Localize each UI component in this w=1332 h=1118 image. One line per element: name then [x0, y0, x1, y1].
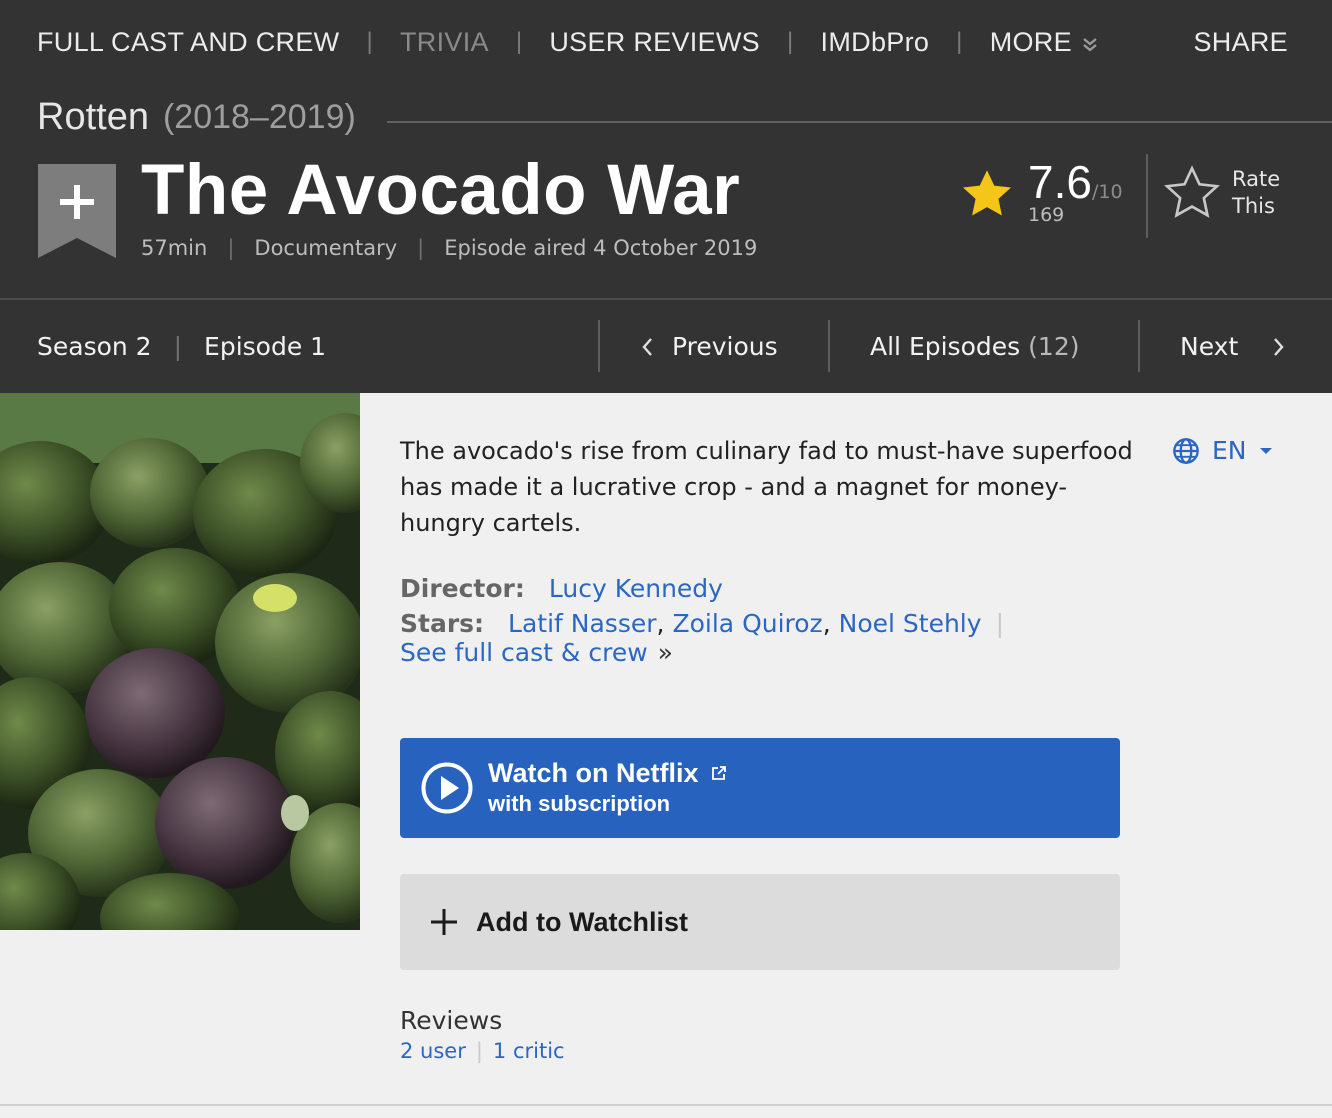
see-full-cast-link[interactable]: See full cast & crew — [400, 638, 648, 667]
rating-values: 7.6/10 169 — [1028, 158, 1123, 226]
language-selector[interactable]: EN — [1172, 436, 1273, 465]
episode-poster-image[interactable] — [0, 393, 360, 930]
watch-text: Watch on Netflix with subscription — [488, 757, 727, 819]
separator: | — [995, 608, 1004, 638]
next-label: Next — [1180, 332, 1239, 361]
add-to-watchlist-ribbon-icon[interactable] — [38, 164, 116, 258]
watchlist-label: Add to Watchlist — [476, 906, 688, 937]
meta-separator: | — [227, 236, 235, 260]
nav-separator: | — [515, 28, 523, 55]
nav-more-label: MORE — [989, 26, 1072, 57]
stars-row: Stars: Latif Nasser, Zoila Quiroz, Noel … — [400, 608, 1004, 638]
nav-separator: | — [366, 28, 373, 55]
watch-line-1: Watch on Netflix — [488, 757, 727, 789]
rate-this-label: Rate This — [1232, 166, 1280, 220]
genre-link[interactable]: Documentary — [254, 236, 397, 260]
episode-navigation: Season 2 | Episode 1 Previous All Episod… — [0, 300, 1332, 393]
next-episode-button[interactable]: Next — [1180, 300, 1286, 393]
user-reviews-link[interactable]: 2 user — [400, 1038, 466, 1064]
director-row: Director: Lucy Kennedy — [400, 570, 1004, 606]
separator: | — [475, 1039, 483, 1063]
rating-divider — [1146, 154, 1148, 238]
imdb-rating: 7.6/10 169 — [958, 158, 1123, 226]
air-date-link[interactable]: Episode aired 4 October 2019 — [444, 236, 757, 260]
language-label: EN — [1212, 436, 1247, 465]
meta-separator: | — [417, 236, 425, 260]
episode-title: The Avocado War — [141, 151, 741, 230]
watch-on-netflix-button[interactable]: Watch on Netflix with subscription — [400, 738, 1120, 838]
nav-more[interactable]: MORE — [990, 27, 1098, 58]
series-title-link[interactable]: Rotten — [37, 96, 149, 139]
series-heading: Rotten (2018–2019) — [37, 94, 1332, 140]
critic-reviews-link[interactable]: 1 critic — [493, 1038, 565, 1064]
all-episodes-label: All Episodes — [870, 332, 1021, 361]
nav-divider — [1138, 320, 1140, 372]
chevron-double-down-icon — [1083, 38, 1097, 52]
watch-subtitle: with subscription — [488, 791, 671, 816]
rating-value: 7.6 — [1028, 156, 1092, 208]
episode-number: Episode 1 — [204, 332, 327, 361]
title-header: FULL CAST AND CREW | TRIVIA | USER REVIE… — [0, 0, 1332, 393]
season-episode: Season 2 | Episode 1 — [37, 300, 326, 393]
episode-count: (12) — [1028, 332, 1080, 361]
rate-this-button[interactable]: Rate This — [1162, 164, 1280, 222]
nav-divider — [598, 320, 600, 372]
raquo-glyph: » — [657, 637, 673, 667]
rate-this-line-1: Rate — [1232, 167, 1281, 191]
watch-label: Watch on Netflix — [488, 758, 699, 788]
reviews-links: 2 user | 1 critic — [400, 1038, 565, 1064]
chevron-left-icon — [642, 337, 652, 356]
rate-this-line-2: This — [1232, 194, 1275, 218]
reviews-heading: Reviews — [400, 1006, 503, 1035]
series-divider — [387, 121, 1332, 123]
credits-summary: Director: Lucy Kennedy Stars: Latif Nass… — [400, 570, 1004, 667]
star-link[interactable]: Zoila Quiroz — [672, 609, 822, 638]
star-link[interactable]: Latif Nasser — [508, 609, 656, 638]
full-cast-row: See full cast & crew » — [400, 637, 1004, 667]
star-outline-icon — [1164, 165, 1220, 218]
director-label: Director: — [400, 573, 525, 603]
reviews-section: Reviews 2 user | 1 critic — [400, 1004, 565, 1064]
nav-user-reviews[interactable]: USER REVIEWS — [549, 27, 760, 58]
play-icon — [421, 762, 473, 814]
top-navigation: FULL CAST AND CREW | TRIVIA | USER REVIE… — [37, 24, 1288, 60]
nav-separator: | — [173, 332, 183, 361]
share-button[interactable]: SHARE — [1193, 27, 1288, 58]
previous-label: Previous — [672, 332, 778, 361]
plus-icon — [431, 909, 457, 935]
globe-icon — [1173, 437, 1199, 464]
nav-divider — [828, 320, 830, 372]
star-link[interactable]: Noel Stehly — [839, 609, 982, 638]
nav-imdbpro[interactable]: IMDbPro — [821, 27, 930, 58]
chevron-right-icon — [1274, 337, 1284, 356]
add-to-watchlist-button[interactable]: Add to Watchlist — [400, 874, 1120, 970]
runtime: 57min — [141, 236, 208, 260]
page-divider — [0, 1104, 1332, 1106]
avocado-photo — [0, 393, 360, 930]
series-years: (2018–2019) — [162, 97, 356, 136]
all-episodes-link[interactable]: All Episodes (12) — [870, 300, 1079, 393]
season-link[interactable]: Season 2 — [37, 332, 152, 361]
episode-meta: 57min | Documentary | Episode aired 4 Oc… — [141, 236, 757, 260]
director-link[interactable]: Lucy Kennedy — [549, 574, 723, 603]
previous-episode-button[interactable]: Previous — [640, 300, 778, 393]
comma: , — [656, 608, 665, 638]
plot-summary: The avocado's rise from culinary fad to … — [400, 437, 1133, 537]
external-link-icon — [711, 766, 726, 780]
nav-separator: | — [787, 28, 794, 55]
rating-scale: /10 — [1091, 181, 1123, 203]
nav-trivia[interactable]: TRIVIA — [400, 27, 489, 58]
comma: , — [822, 608, 831, 638]
nav-separator: | — [956, 28, 963, 55]
caret-down-icon — [1259, 447, 1272, 454]
star-icon — [962, 170, 1012, 216]
nav-full-cast[interactable]: FULL CAST AND CREW — [37, 27, 339, 58]
stars-label: Stars: — [400, 608, 485, 638]
